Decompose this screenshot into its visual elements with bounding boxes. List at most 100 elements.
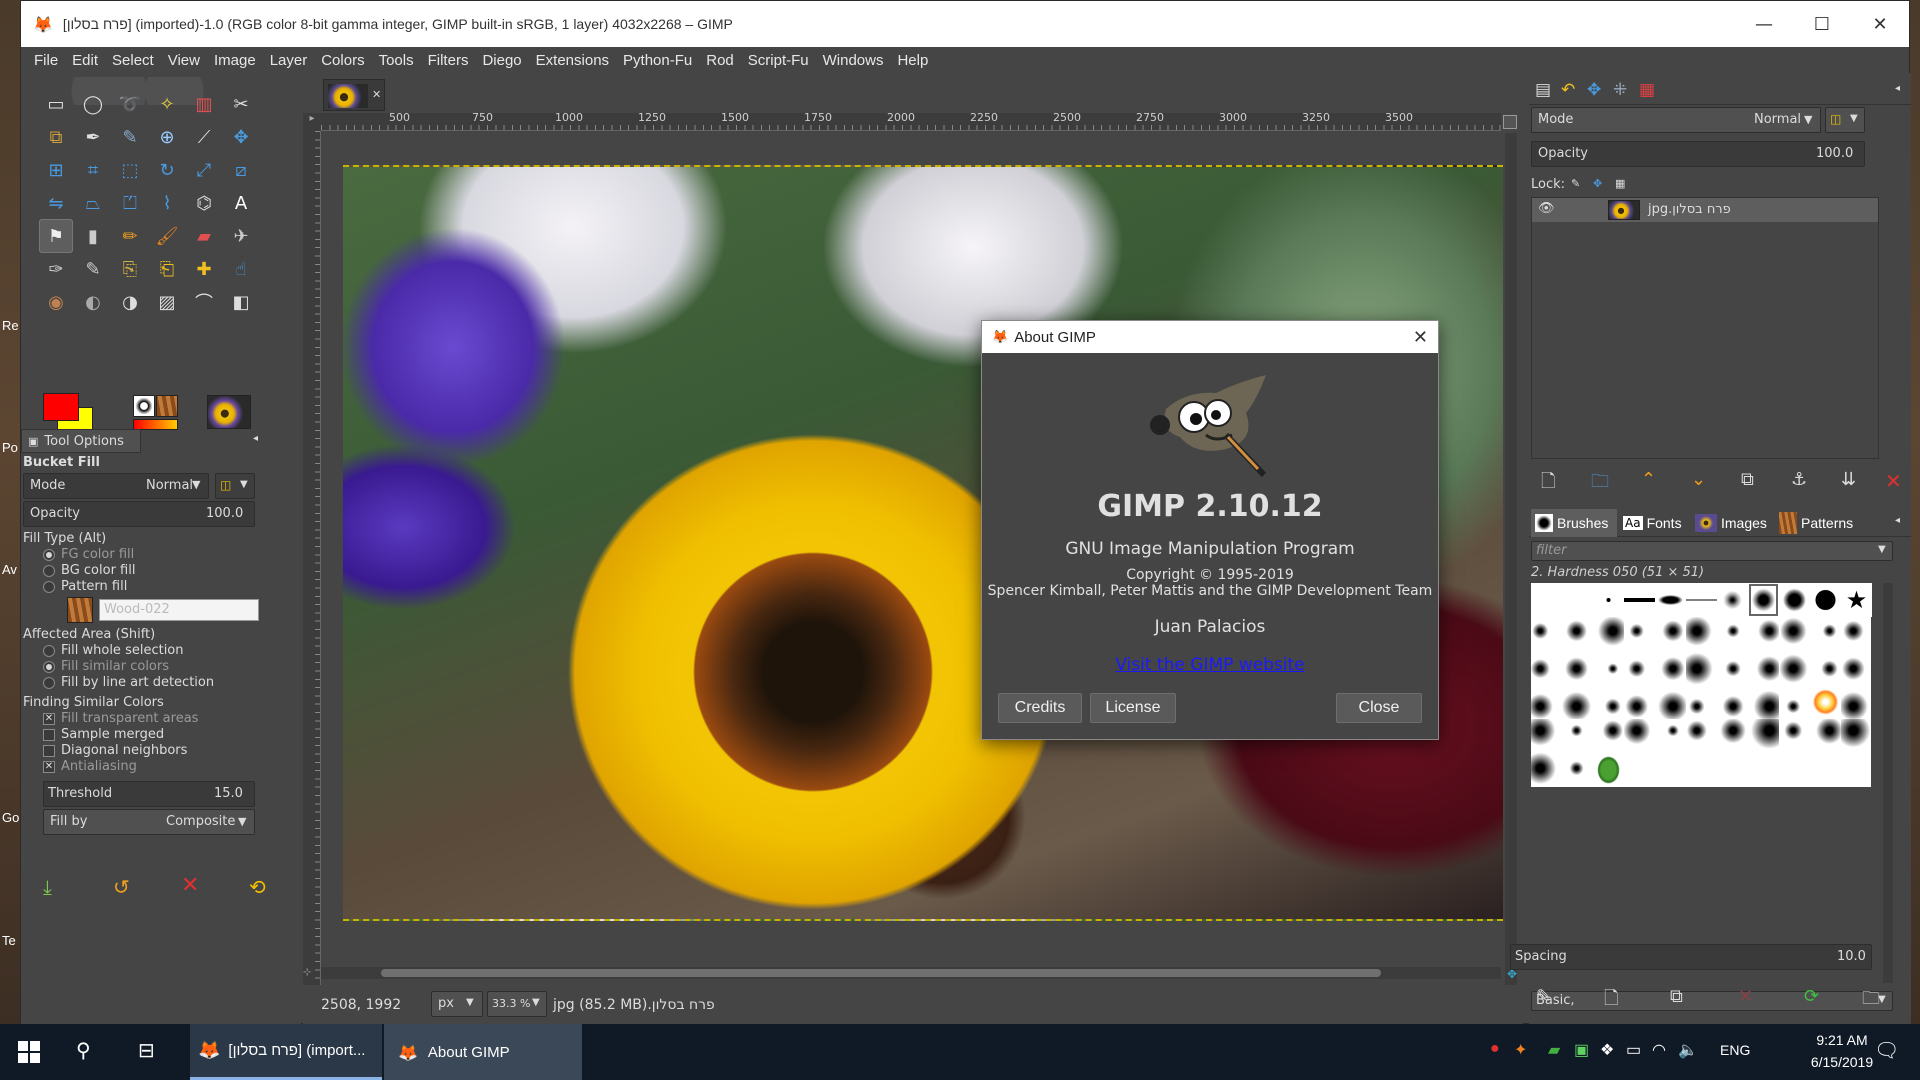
brush-thumbnail[interactable] [1717,719,1748,753]
foreground-select-tool[interactable]: ⧉ [39,120,73,154]
threshold-tool[interactable]: ◧ [224,285,258,319]
brush-thumbnail[interactable] [1779,719,1810,753]
notifications-icon[interactable]: 🗨 [1874,1038,1899,1063]
paths-tab-icon[interactable]: ⁜ [1613,80,1627,100]
brush-thumbnail[interactable] [1655,617,1686,651]
fill-whole-radio[interactable] [43,645,55,657]
move-tool[interactable]: ✥ [224,120,258,154]
minimize-button[interactable]: — [1735,1,1793,47]
text-tool[interactable]: A [224,186,258,220]
close-tab-icon[interactable]: ✕ [372,88,381,101]
unit-select[interactable]: px ▼ [431,991,483,1017]
brush-thumbnail[interactable] [1748,583,1779,617]
brush-thumbnail[interactable] [1562,583,1593,617]
blur-tool[interactable]: ◉ [39,285,73,319]
battery-icon[interactable]: ▭ [1626,1040,1641,1060]
warp-transform-tool[interactable]: ⌇ [150,186,184,220]
brush-thumbnail[interactable] [1562,617,1593,651]
lock-pixels-icon[interactable]: ✎ [1571,177,1580,190]
menu-windows[interactable]: Windows [816,52,891,69]
brush-thumbnail[interactable] [1841,617,1872,651]
color-picker-tool[interactable]: ✎ [113,120,147,154]
fill-similar-radio[interactable] [43,661,55,673]
eraser-tool[interactable]: ▰ [187,219,221,253]
raise-layer-icon[interactable]: ⌃ [1641,469,1656,490]
brush-thumbnail[interactable] [1624,685,1655,719]
dodge-burn-tool[interactable]: ◐ [76,285,110,319]
tab-patterns[interactable]: Patterns [1775,509,1885,537]
smudge-tool[interactable]: ☝ [224,252,258,286]
brush-thumbnail[interactable] [1779,617,1810,651]
language-indicator[interactable]: ENG [1720,1042,1750,1058]
task-view-icon[interactable]: ⊟ [138,1038,155,1063]
merge-layer-icon[interactable]: ⇊ [1841,469,1856,490]
save-options-icon[interactable]: ⤓ [43,875,52,899]
brush-thumbnail[interactable] [1593,685,1624,719]
brush-thumbnail[interactable] [1593,617,1624,651]
brush-thumbnail[interactable]: ★ [1841,583,1872,617]
lower-layer-icon[interactable]: ⌄ [1691,469,1706,490]
volume-icon[interactable]: 🔈 [1678,1040,1698,1060]
credits-button[interactable]: Credits [998,693,1082,723]
pencil-tool[interactable]: ✏ [113,219,147,253]
antialiasing-checkbox[interactable]: ✕ [43,761,55,773]
channels-tab-icon[interactable]: ▦ [1639,80,1655,100]
brush-thumbnail[interactable] [1810,685,1841,719]
menu-filters[interactable]: Filters [421,52,476,69]
lock-alpha-icon[interactable]: ▦ [1615,177,1625,190]
threshold-slider[interactable]: Threshold 15.0 [43,781,255,807]
zoom-select[interactable]: 33.3 % ▼ [487,991,547,1017]
menu-image[interactable]: Image [207,52,263,69]
eye-icon[interactable]: 👁 [1538,201,1555,216]
unified-transform-tool[interactable]: ⬚ [113,153,147,187]
close-button[interactable]: Close [1336,693,1422,723]
menu-colors[interactable]: Colors [314,52,371,69]
brush-thumbnail[interactable] [1686,719,1717,753]
menu-diego[interactable]: Diego [475,52,528,69]
brush-thumbnail[interactable] [1841,651,1872,685]
brush-thumbnail[interactable] [1686,583,1717,617]
fuzzy-select-tool[interactable]: ✧ [150,87,184,121]
3d-transform-tool[interactable]: ⏍ [113,186,147,220]
brush-thumbnail[interactable] [1748,651,1779,685]
perspective-clone-tool[interactable]: ⎗ [150,252,184,286]
tray-app-icon[interactable]: ● [1490,1040,1500,1058]
crop-tool[interactable]: ⌗ [76,153,110,187]
brush-thumbnail[interactable] [1655,685,1686,719]
brush-thumbnail[interactable] [1810,719,1841,753]
new-layer-group-icon[interactable]: 🗀 [1591,469,1609,499]
brush-thumbnail[interactable] [1593,719,1624,753]
opacity-slider[interactable]: Opacity 100.0 [23,501,255,527]
menu-layer[interactable]: Layer [263,52,315,69]
active-image-thumbnail[interactable] [207,395,251,429]
clone-tool[interactable]: ⎘ [113,252,147,286]
menu-help[interactable]: Help [890,52,935,69]
brush-thumbnail[interactable] [1531,617,1562,651]
brush-thumbnail[interactable] [1593,583,1624,617]
brush-thumbnail[interactable] [1748,617,1779,651]
start-button[interactable] [0,1024,58,1080]
brush-thumbnail[interactable] [1562,753,1593,787]
ellipse-select-tool[interactable]: ◯ [76,87,110,121]
paintbrush-tool[interactable]: 🖌 [150,219,184,253]
tab-fonts[interactable]: Aa Fonts [1619,509,1689,537]
clock-date[interactable]: 6/15/2019 [1802,1054,1882,1070]
tool-options-tab[interactable]: ▣ Tool Options [21,429,141,453]
tray-app-icon[interactable]: ✦ [1514,1040,1527,1060]
duplicate-brush-icon[interactable]: ⧉ [1670,986,1683,1007]
brush-thumbnail[interactable] [1531,651,1562,685]
pattern-indicator[interactable] [156,395,178,417]
by-color-select-tool[interactable]: ▥ [187,87,221,121]
levels-tool[interactable]: ▨ [150,285,184,319]
fill-transparent-checkbox[interactable]: ✕ [43,713,55,725]
menu-select[interactable]: Select [105,52,161,69]
ruler-corner[interactable]: ▸ [303,113,321,131]
refresh-brushes-icon[interactable]: ⟳ [1804,986,1819,1007]
tray-app-icon[interactable]: ▰ [1548,1040,1560,1060]
brush-thumbnail[interactable] [1748,719,1779,753]
quickmask-toggle[interactable] [1503,115,1517,129]
brush-thumbnail[interactable] [1779,651,1810,685]
tab-menu-icon[interactable]: ◂ [253,433,258,444]
measure-tool[interactable]: ⟋ [187,120,221,154]
brush-thumbnail[interactable] [1717,583,1748,617]
